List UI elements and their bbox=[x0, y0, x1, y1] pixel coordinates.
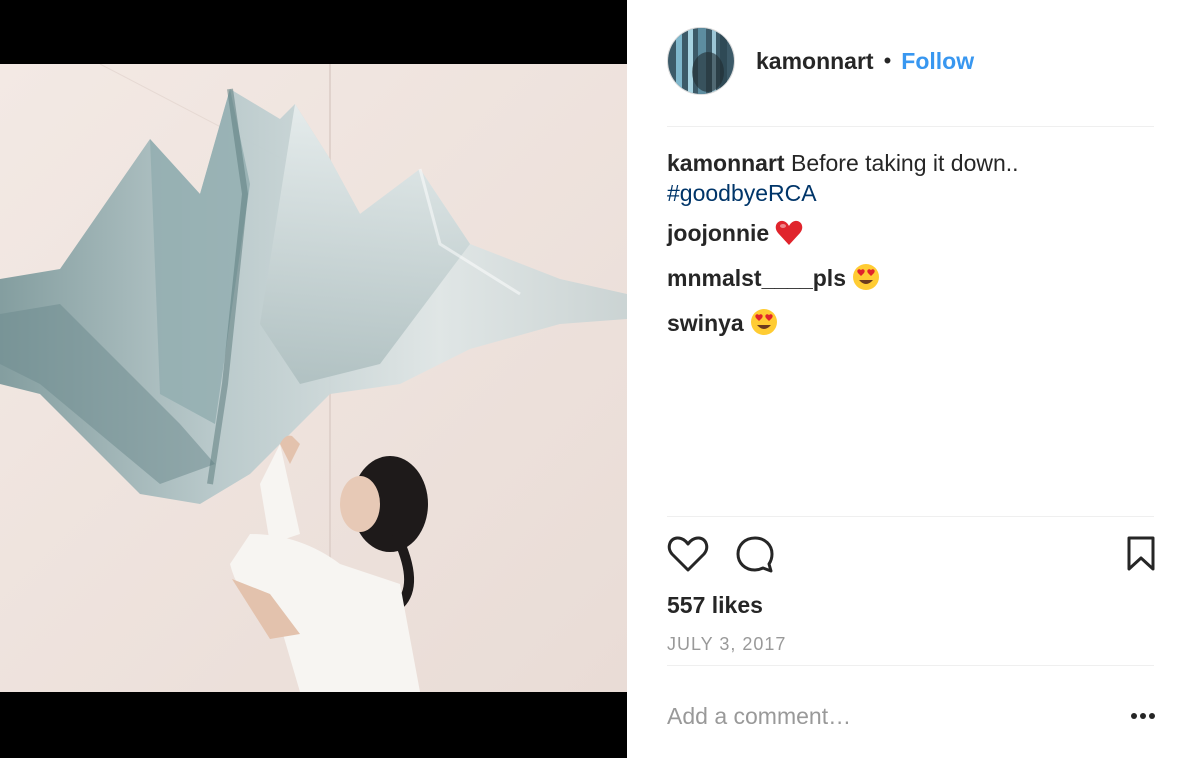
comment-form bbox=[667, 694, 1156, 738]
caption-username[interactable]: kamonnart bbox=[667, 150, 785, 176]
comment-divider bbox=[667, 665, 1154, 666]
comment-username[interactable]: mnmalst____pls bbox=[667, 265, 846, 291]
follow-button[interactable]: Follow bbox=[901, 48, 974, 75]
caption: kamonnart Before taking it down.. #goodb… bbox=[667, 148, 1154, 208]
post-photo[interactable] bbox=[0, 64, 627, 692]
post-details-panel: kamonnart • Follow kamonnart Before taki… bbox=[627, 0, 1194, 758]
separator-dot: • bbox=[883, 48, 892, 73]
photo-illustration bbox=[0, 64, 627, 692]
post-date[interactable]: JULY 3, 2017 bbox=[667, 634, 786, 655]
comment-username[interactable]: joojonnie bbox=[667, 220, 769, 246]
likes-count[interactable]: 557 likes bbox=[667, 592, 763, 619]
heart-eyes-emoji-icon bbox=[750, 308, 778, 343]
avatar-image bbox=[668, 28, 734, 94]
comment-username[interactable]: swinya bbox=[667, 310, 744, 336]
post-media bbox=[0, 0, 627, 758]
comment-input[interactable] bbox=[667, 702, 1087, 730]
post-header: kamonnart • Follow bbox=[667, 26, 1154, 96]
caption-hashtag[interactable]: #goodbyeRCA bbox=[667, 180, 817, 206]
action-bar bbox=[667, 535, 1156, 577]
avatar[interactable] bbox=[667, 27, 735, 95]
bookmark-icon[interactable] bbox=[1126, 536, 1156, 577]
comments-list: kamonnart Before taking it down.. #goodb… bbox=[667, 148, 1154, 353]
more-options-icon[interactable] bbox=[1130, 707, 1156, 725]
comment-icon[interactable] bbox=[735, 534, 775, 579]
caption-text: Before taking it down.. bbox=[790, 150, 1019, 176]
list-item: mnmalst____pls bbox=[667, 263, 1154, 298]
list-item: joojonnie bbox=[667, 218, 1154, 253]
actions-divider bbox=[667, 516, 1154, 517]
heart-eyes-emoji-icon bbox=[852, 263, 880, 298]
post-author-username[interactable]: kamonnart bbox=[756, 48, 874, 75]
heart-emoji-icon bbox=[775, 220, 803, 253]
list-item: swinya bbox=[667, 308, 1154, 343]
heart-icon[interactable] bbox=[667, 534, 709, 579]
header-divider bbox=[667, 126, 1154, 127]
